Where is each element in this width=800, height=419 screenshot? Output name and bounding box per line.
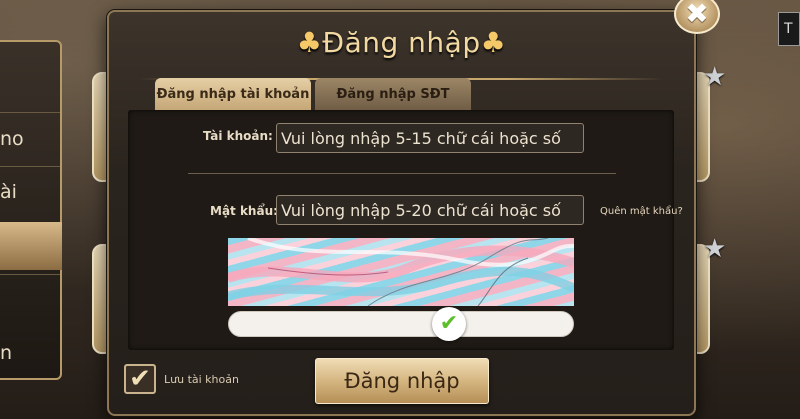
star-icon: ★ xyxy=(703,62,727,92)
club-icon: ♣ xyxy=(480,26,507,59)
remember-account-checkbox[interactable]: ✔ xyxy=(124,364,156,394)
dialog-title: ♣Đăng nhập♣ xyxy=(109,26,694,59)
remember-account-label: Lưu tài khoản xyxy=(164,373,239,386)
tab-phone-login[interactable]: Đăng nhập SĐT xyxy=(315,78,471,111)
account-input[interactable] xyxy=(276,123,584,153)
background-side-menu xyxy=(0,40,62,380)
captcha-slider-track[interactable] xyxy=(228,311,574,337)
check-icon: ✔ xyxy=(439,311,459,336)
menu-divider xyxy=(0,274,60,275)
password-label: Mật khẩu: xyxy=(210,204,278,218)
menu-divider xyxy=(0,166,60,167)
account-label: Tài khoản: xyxy=(203,129,273,143)
captcha-pattern xyxy=(228,238,574,306)
background-menu-text: ài xyxy=(0,181,17,203)
password-input[interactable] xyxy=(276,195,584,225)
background-topright-button: T xyxy=(778,12,800,46)
dialog-title-text: Đăng nhập xyxy=(322,26,481,59)
forgot-password-link[interactable]: Quên mật khẩu? xyxy=(600,206,683,217)
close-icon: ✖ xyxy=(685,0,709,30)
form-divider xyxy=(188,173,616,174)
background-side-menu-active-item xyxy=(0,222,62,270)
menu-divider xyxy=(0,112,60,113)
club-icon: ♣ xyxy=(296,26,323,59)
tab-account-login[interactable]: Đăng nhập tài khoản xyxy=(155,78,311,111)
background-menu-text: n xyxy=(0,342,13,364)
captcha-slider-handle[interactable]: ✔ xyxy=(432,307,466,341)
background-menu-text: no xyxy=(0,128,24,150)
login-button[interactable]: Đăng nhập xyxy=(315,358,489,404)
checkmark-icon: ✔ xyxy=(129,364,151,394)
captcha-image xyxy=(228,238,574,306)
star-icon: ★ xyxy=(703,234,727,264)
